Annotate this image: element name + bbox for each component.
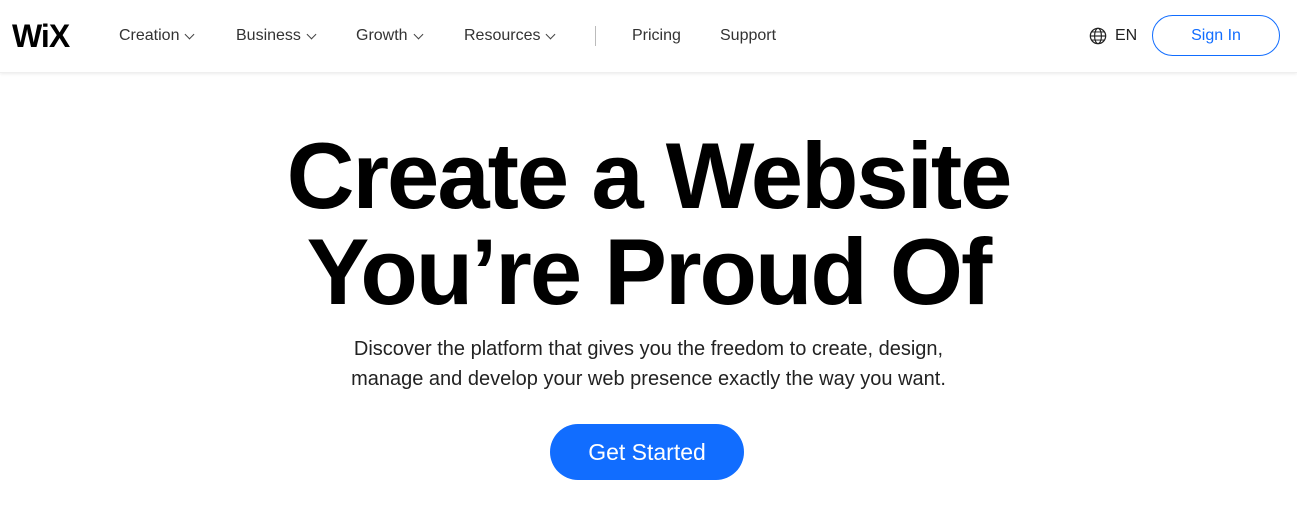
hero-title-line-1: Create a Website [286,123,1013,228]
hero-subtitle-line-2: manage and develop your web presence exa… [351,368,946,390]
globe-icon [1089,27,1107,45]
hero-subtitle-line-1: Discover the platform that gives you the… [353,338,944,360]
hero-title-line-2: You’re Proud Of [306,219,993,324]
nav-label: Creation [119,27,180,44]
nav-label: Resources [464,27,541,44]
chevron-down-icon [185,29,195,39]
hero-title: Create a Website You’re Proud Of [0,128,1297,320]
nav-label: Growth [356,27,408,44]
nav-label: Support [720,27,777,44]
hero-subtitle: Discover the platform that gives you the… [0,334,1297,394]
get-started-button[interactable]: Get Started [550,424,744,480]
wix-logo[interactable]: WiX [12,18,70,54]
site-header: WiX Creation Business Growth Resources P… [0,0,1297,73]
nav-item-business[interactable]: Business [236,0,317,72]
nav-item-creation[interactable]: Creation [119,0,195,72]
nav-item-pricing[interactable]: Pricing [632,0,681,72]
nav-label: Business [236,27,301,44]
chevron-down-icon [413,29,424,39]
sign-in-button[interactable]: Sign In [1152,15,1280,56]
nav-divider [595,26,596,46]
chevron-down-icon [546,29,556,39]
nav-item-growth[interactable]: Growth [356,0,424,72]
chevron-down-icon [306,29,317,39]
nav-label: Pricing [632,27,681,44]
nav-item-support[interactable]: Support [720,0,776,72]
nav-item-resources[interactable]: Resources [464,0,556,72]
language-label: EN [1115,27,1138,44]
language-selector[interactable]: EN [1089,0,1137,72]
